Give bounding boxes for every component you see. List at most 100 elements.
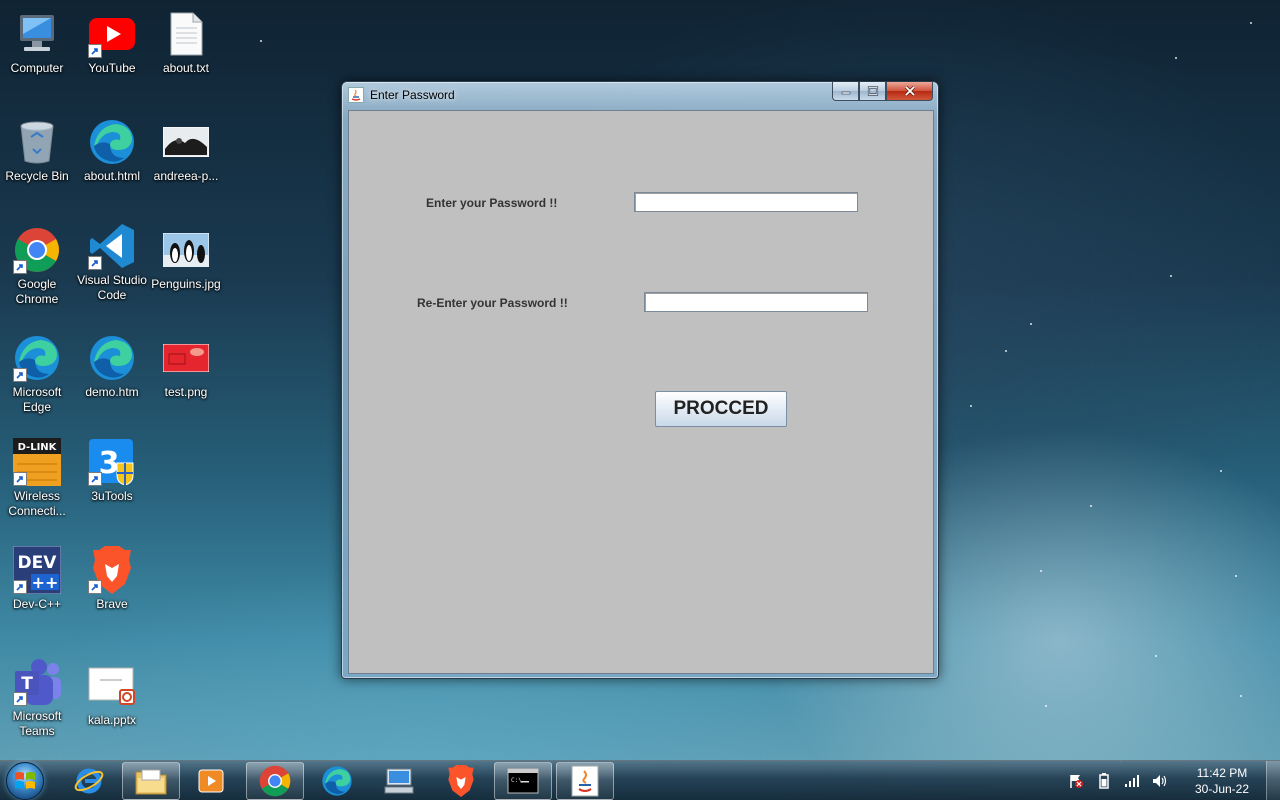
desktop-icon-demo-htm[interactable]: demo.htm xyxy=(75,334,149,434)
desktop-icon-3utools[interactable]: 3 3uTools xyxy=(75,438,149,538)
computer-icon xyxy=(13,10,61,58)
maximize-button[interactable] xyxy=(859,82,886,101)
shortcut-arrow-icon xyxy=(13,260,27,274)
desktop-icon-about-html[interactable]: about.html xyxy=(75,118,149,218)
taskbar-internet-explorer[interactable] xyxy=(60,762,118,800)
desktop-icon-penguins[interactable]: Penguins.jpg xyxy=(149,226,223,326)
reenter-password-label: Re-Enter your Password !! xyxy=(417,296,568,310)
taskbar-command-prompt[interactable]: C:\ xyxy=(494,762,552,800)
desktop-icon-label: Microsoft Teams xyxy=(12,709,62,738)
battery-icon[interactable] xyxy=(1096,773,1112,789)
window-controls xyxy=(832,82,933,101)
taskbar-media-player[interactable] xyxy=(182,762,240,800)
reenter-password-input[interactable] xyxy=(644,292,868,312)
media-player-icon xyxy=(198,769,224,793)
desktop-icon-google-chrome[interactable]: Google Chrome xyxy=(0,226,74,326)
windows-logo-icon xyxy=(15,772,35,789)
image-file-icon xyxy=(162,118,210,166)
edge-icon xyxy=(13,334,61,382)
desktop-icon-microsoft-teams[interactable]: T Microsoft Teams xyxy=(0,658,74,758)
dlink-icon: D-LINK xyxy=(13,438,61,486)
system-tray: 11:42 PM 30-Jun-22 xyxy=(1062,761,1280,800)
brave-icon xyxy=(448,765,474,797)
proceed-button[interactable]: PROCCED xyxy=(655,391,787,427)
svg-text:D-LINK: D-LINK xyxy=(18,442,58,453)
svg-text:DEV: DEV xyxy=(18,553,58,573)
desktop-icon-kala-pptx[interactable]: kala.pptx xyxy=(75,662,149,762)
network-signal-icon[interactable] xyxy=(1124,773,1140,789)
taskbar-file-explorer[interactable] xyxy=(122,762,180,800)
minimize-button[interactable] xyxy=(832,82,859,101)
edge-icon xyxy=(88,334,136,382)
desktop-icon-label: about.html xyxy=(83,169,141,183)
desktop-icon-test-png[interactable]: test.png xyxy=(149,334,223,434)
volume-icon[interactable] xyxy=(1152,773,1168,789)
taskbar-google-chrome[interactable] xyxy=(246,762,304,800)
desktop-icon-wireless[interactable]: D-LINK Wireless Connecti... xyxy=(0,438,74,538)
taskbar-brave[interactable] xyxy=(432,762,490,800)
java-icon xyxy=(571,765,599,797)
shortcut-arrow-icon xyxy=(88,256,102,270)
desktop-icon-label: Visual Studio Code xyxy=(77,273,147,302)
desktop-icon-label: Dev-C++ xyxy=(12,597,62,611)
image-file-icon xyxy=(162,334,210,382)
desktop-icon-label: about.txt xyxy=(162,61,210,75)
remote-desktop-icon xyxy=(384,768,414,794)
system-clock[interactable]: 11:42 PM 30-Jun-22 xyxy=(1182,765,1262,797)
image-file-icon xyxy=(162,226,210,274)
powerpoint-file-icon xyxy=(88,662,136,710)
svg-text:++: ++ xyxy=(32,573,59,592)
teams-icon: T xyxy=(13,658,61,706)
desktop-icon-label: 3uTools xyxy=(91,489,133,503)
desktop-icon-label: andreea-p... xyxy=(153,169,219,183)
text-file-icon xyxy=(162,10,210,58)
clock-time: 11:42 PM xyxy=(1196,766,1248,780)
vscode-icon xyxy=(88,222,136,270)
internet-explorer-icon xyxy=(74,768,104,794)
desktop-icon-label: YouTube xyxy=(88,61,136,75)
desktop-icon-label: Computer xyxy=(10,61,64,75)
desktop-icon-brave[interactable]: Brave xyxy=(75,546,149,646)
desktop-icon-microsoft-edge[interactable]: Microsoft Edge xyxy=(0,334,74,434)
taskbar-remote-desktop[interactable] xyxy=(370,762,428,800)
taskbar-java-app[interactable] xyxy=(556,762,614,800)
shortcut-arrow-icon xyxy=(13,368,27,382)
shortcut-arrow-icon xyxy=(13,472,27,486)
desktop-icon-label: Recycle Bin xyxy=(5,169,69,183)
desktop-icon-computer[interactable]: Computer xyxy=(0,10,74,110)
svg-text:C:\: C:\ xyxy=(511,777,522,784)
maximize-icon xyxy=(867,86,878,96)
window-title: Enter Password xyxy=(370,88,455,102)
3utools-icon: 3 xyxy=(88,438,136,486)
shortcut-arrow-icon xyxy=(88,580,102,594)
chrome-icon xyxy=(13,226,61,274)
java-icon xyxy=(348,87,364,103)
password-input[interactable] xyxy=(634,192,858,212)
desktop-icon-label: Google Chrome xyxy=(15,277,59,306)
desktop-icon-label: Microsoft Edge xyxy=(12,385,62,414)
show-desktop-button[interactable] xyxy=(1266,761,1280,800)
close-button[interactable] xyxy=(886,82,933,101)
desktop-icon-recycle-bin[interactable]: Recycle Bin xyxy=(0,118,74,218)
devcpp-icon: DEV ++ xyxy=(13,546,61,594)
action-center-flag-icon[interactable] xyxy=(1068,773,1084,789)
desktop-icon-dev-cpp[interactable]: DEV ++ Dev-C++ xyxy=(0,546,74,646)
shortcut-arrow-icon xyxy=(88,44,102,58)
start-button[interactable] xyxy=(6,762,44,800)
desktop-icon-andreea[interactable]: andreea-p... xyxy=(149,118,223,218)
minimize-icon xyxy=(841,91,850,95)
desktop-icon-label: Brave xyxy=(96,597,128,611)
youtube-icon xyxy=(88,10,136,58)
command-prompt-icon: C:\ xyxy=(507,768,539,794)
desktop-icon-about-txt[interactable]: about.txt xyxy=(149,10,223,110)
password-label: Enter your Password !! xyxy=(426,196,558,210)
close-icon xyxy=(904,85,915,97)
desktop-icon-label: Wireless Connecti... xyxy=(8,489,66,518)
desktop-icon-label: kala.pptx xyxy=(87,713,137,727)
taskbar: C:\ 11:42 PM 30-Jun-22 xyxy=(0,760,1280,800)
desktop-icon-label: demo.htm xyxy=(85,385,139,399)
shortcut-arrow-icon xyxy=(13,692,27,706)
desktop-icon-youtube[interactable]: YouTube xyxy=(75,10,149,110)
desktop-icon-vscode[interactable]: Visual Studio Code xyxy=(75,222,149,322)
taskbar-microsoft-edge[interactable] xyxy=(308,762,366,800)
